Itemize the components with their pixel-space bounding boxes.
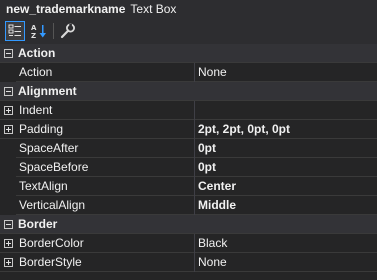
- row-gutter: [0, 176, 16, 196]
- property-value[interactable]: 2pt, 2pt, 0pt, 0pt: [195, 120, 290, 139]
- categorized-button[interactable]: [5, 21, 25, 41]
- property-row-action[interactable]: Action None: [0, 62, 377, 82]
- property-row-borderstyle[interactable]: BorderStyle None: [0, 252, 377, 272]
- property-value[interactable]: 0pt: [195, 158, 216, 177]
- categorized-icon: [8, 24, 21, 36]
- row-gutter: [0, 195, 16, 215]
- expand-icon: [3, 105, 13, 115]
- property-value[interactable]: 0pt: [195, 139, 216, 158]
- property-row-padding[interactable]: Padding 2pt, 2pt, 0pt, 0pt: [0, 119, 377, 139]
- property-pages-icon: [60, 23, 75, 39]
- expand-toggle[interactable]: [0, 253, 16, 272]
- property-name: Indent: [19, 102, 53, 117]
- expand-icon: [3, 124, 13, 134]
- expand-toggle[interactable]: [0, 234, 16, 253]
- property-value[interactable]: [195, 101, 198, 120]
- svg-text:A: A: [31, 24, 37, 32]
- svg-text:Z: Z: [31, 32, 36, 39]
- collapse-toggle[interactable]: [0, 215, 16, 234]
- category-alignment[interactable]: Alignment: [0, 82, 377, 101]
- category-border[interactable]: Border: [0, 215, 377, 234]
- property-row-indent[interactable]: Indent: [0, 100, 377, 120]
- property-name: Padding: [19, 121, 64, 136]
- property-pages-button[interactable]: [58, 21, 78, 41]
- property-row-verticalalign[interactable]: VerticalAlign Middle: [0, 195, 377, 215]
- collapse-toggle[interactable]: [0, 44, 16, 63]
- property-name: TextAlign: [19, 178, 68, 193]
- property-name: SpaceBefore: [19, 159, 89, 174]
- properties-header: new_trademarkname Text Box: [0, 0, 377, 18]
- property-name: SpaceAfter: [19, 140, 79, 155]
- row-gutter: [0, 62, 16, 82]
- property-row-spacebefore[interactable]: SpaceBefore 0pt: [0, 157, 377, 177]
- property-grid: Action Action None Alignment Indent Padding 2p…: [0, 44, 377, 280]
- expand-toggle[interactable]: [0, 120, 16, 139]
- category-label: Alignment: [18, 84, 77, 98]
- expand-icon: [3, 238, 13, 248]
- property-row-spaceafter[interactable]: SpaceAfter 0pt: [0, 138, 377, 158]
- row-gutter: [0, 138, 16, 158]
- property-row-textalign[interactable]: TextAlign Center: [0, 176, 377, 196]
- property-name: Action: [19, 64, 53, 79]
- property-row-bordercolor[interactable]: BorderColor Black: [0, 233, 377, 253]
- property-value[interactable]: None: [195, 63, 227, 82]
- alphabetical-button[interactable]: A Z: [29, 21, 49, 41]
- row-gutter: [0, 157, 16, 177]
- collapse-icon: [3, 86, 13, 96]
- property-name: VerticalAlign: [19, 197, 86, 212]
- expand-icon: [3, 257, 13, 267]
- expand-toggle[interactable]: [0, 101, 16, 120]
- property-name: BorderColor: [19, 235, 84, 250]
- collapse-toggle[interactable]: [0, 82, 16, 101]
- collapse-icon: [3, 219, 13, 229]
- property-value[interactable]: Center: [195, 177, 236, 196]
- properties-toolbar: A Z: [0, 18, 377, 44]
- collapse-icon: [3, 48, 13, 58]
- alphabetical-icon: A Z: [31, 24, 46, 39]
- category-action[interactable]: Action: [0, 44, 377, 63]
- property-value[interactable]: None: [195, 253, 227, 272]
- category-label: Border: [18, 217, 58, 231]
- object-name: new_trademarkname: [6, 2, 126, 16]
- property-value[interactable]: Middle: [195, 196, 236, 215]
- object-type: Text Box: [130, 2, 177, 16]
- property-value[interactable]: Black: [195, 234, 227, 253]
- property-name: BorderStyle: [19, 254, 82, 269]
- category-label: Action: [18, 46, 56, 60]
- toolbar-separator: [53, 23, 54, 39]
